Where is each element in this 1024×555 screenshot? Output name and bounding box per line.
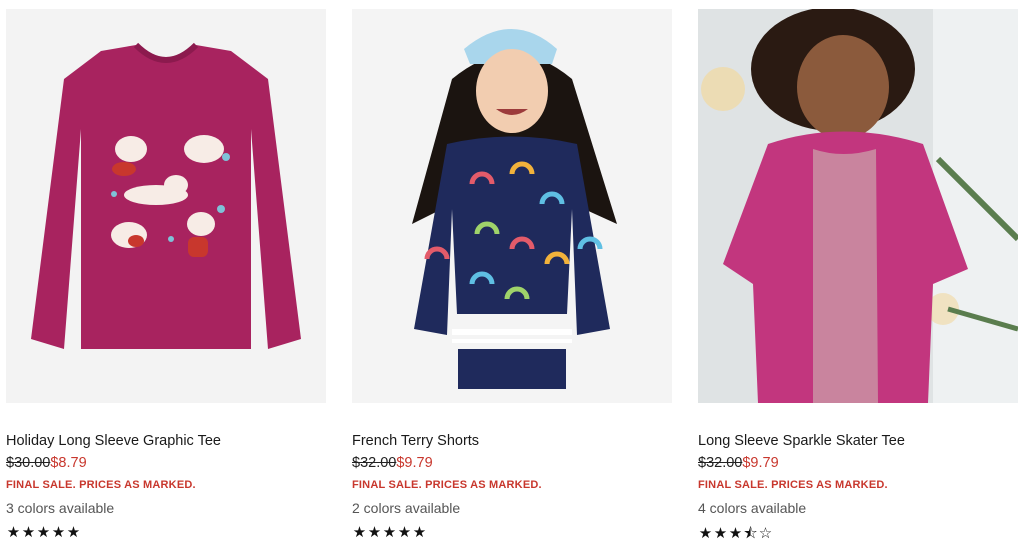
girl-cardigan-photo [698, 9, 1018, 403]
final-sale-notice: FINAL SALE. PRICES AS MARKED. [6, 479, 196, 491]
star-icon: ★ [382, 524, 397, 541]
product-title[interactable]: Holiday Long Sleeve Graphic Tee [6, 433, 221, 449]
original-price: $32.00 [352, 455, 397, 471]
product-card[interactable]: Holiday Long Sleeve Graphic Tee $30.00$8… [6, 9, 326, 541]
product-image[interactable] [6, 9, 326, 403]
colors-available[interactable]: 3 colors available [6, 500, 114, 516]
original-price: $30.00 [6, 455, 51, 471]
half-star-icon: ⯪ [743, 525, 758, 542]
product-card[interactable]: French Terry Shorts $32.00$9.79 FINAL SA… [352, 9, 672, 541]
star-icon: ★ [51, 524, 66, 541]
tee-illustration [6, 9, 326, 403]
star-rating[interactable]: ★ ★ ★ ★ ★ [6, 523, 81, 541]
star-icon: ★ [412, 524, 427, 541]
star-icon: ★ [6, 524, 21, 541]
star-icon: ★ [352, 524, 367, 541]
star-icon: ★ [728, 525, 743, 542]
final-sale-notice: FINAL SALE. PRICES AS MARKED. [698, 479, 888, 491]
star-rating[interactable]: ★ ★ ★ ★ ★ [352, 523, 427, 541]
product-title[interactable]: Long Sleeve Sparkle Skater Tee [698, 433, 905, 449]
empty-star-icon: ☆ [758, 525, 773, 542]
product-image[interactable] [352, 9, 672, 403]
sale-price: $8.79 [50, 455, 87, 471]
star-icon: ★ [397, 524, 412, 541]
product-card[interactable]: Long Sleeve Sparkle Skater Tee $32.00$9.… [698, 9, 1018, 542]
product-image[interactable] [698, 9, 1018, 403]
sale-price: $9.79 [396, 455, 433, 471]
price: $30.00$8.79 [6, 455, 87, 471]
girl-sweatshirt-photo [352, 9, 672, 403]
original-price: $32.00 [698, 455, 743, 471]
star-rating[interactable]: ★ ★ ★⯪☆ [698, 523, 773, 548]
star-icon: ★ [36, 524, 51, 541]
star-icon: ★ [66, 524, 81, 541]
star-icon: ★ [698, 525, 713, 542]
colors-available[interactable]: 4 colors available [698, 500, 806, 516]
star-icon: ★ [367, 524, 382, 541]
final-sale-notice: FINAL SALE. PRICES AS MARKED. [352, 479, 542, 491]
star-icon: ★ [21, 524, 36, 541]
sale-price: $9.79 [742, 455, 779, 471]
product-grid: Holiday Long Sleeve Graphic Tee $30.00$8… [0, 0, 1024, 555]
product-title[interactable]: French Terry Shorts [352, 433, 479, 449]
star-icon: ★ [713, 525, 728, 542]
price: $32.00$9.79 [698, 455, 779, 471]
price: $32.00$9.79 [352, 455, 433, 471]
colors-available[interactable]: 2 colors available [352, 500, 460, 516]
